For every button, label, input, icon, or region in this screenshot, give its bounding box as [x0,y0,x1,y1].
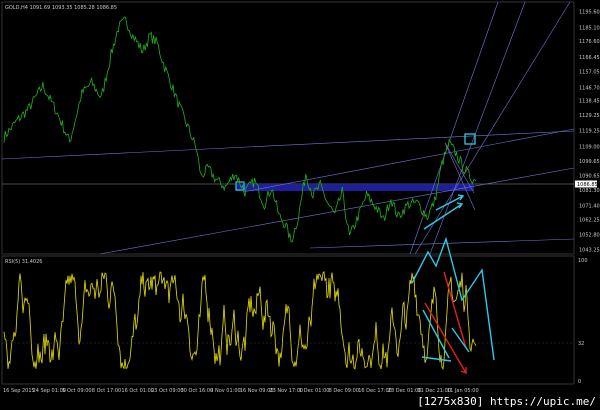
arrow-main-2 [423,203,463,230]
rsi-tick-100: 100 [578,258,588,264]
price-tick-5: 1146.70 [579,86,600,92]
support-zone [236,184,474,191]
price-tick-13: 1071.40 [579,203,600,209]
price-tick-15: 1052.80 [579,232,600,238]
time-tick-13: 23 Dec 01:00 [388,388,422,394]
time-tick-11: 8 Dec 09:00 [329,388,359,394]
time-tick-10: 1 Dec 01:00 [299,388,329,394]
price-tick-3: 1166.45 [579,55,600,61]
price-tick-11: 1090.65 [579,173,600,179]
price-tick-6: 1138.45 [579,99,600,105]
main-header: GOLD,H4 1091.69 1093.35 1085.28 1086.85 [5,5,117,11]
rsi-series-line [3,270,477,371]
time-tick-15: 11 Jan 05:00 [447,388,479,394]
price-axis: 1195.60 1185.10 1176.60 1166.45 1157.05 1146.… [579,9,600,253]
price-tick-0: 1195.60 [579,9,600,15]
trend-lines [1,1,575,255]
price-tick-9: 1109.00 [579,145,600,151]
chart-canvas[interactable]: GOLD,H4 1091.69 1093.35 1085.28 1086.85 … [0,0,600,410]
time-axis: 16 Sep 201524 Sep 01:005 Oct 09:00 8 Oct … [3,388,479,394]
time-tick-1: 24 Sep 01:00 [33,388,66,394]
price-tick-8: 1119.25 [579,129,600,135]
price-series-line [3,16,477,243]
time-tick-6: 30 Oct 16:00 [181,388,214,394]
rsi-tick-32: 32 [578,341,584,347]
current-price-label: 1086.85 [577,182,598,188]
time-tick-12: 16 Dec 17:00 [358,388,392,394]
price-tick-2: 1176.60 [579,39,600,45]
trend-line-4 [309,238,575,249]
price-tick-4: 1157.05 [579,70,600,76]
price-tick-16: 1043.25 [579,247,600,253]
price-tick-14: 1062.25 [579,218,600,224]
trend-line-3 [99,167,575,255]
indicator-header: RSI(5) 31.4026 [5,259,42,265]
watermark: [1275x830] https://upic.me/ [417,395,596,408]
main-panel-frame [1,1,575,255]
channel-line-3 [414,1,571,255]
time-tick-5: 23 Oct 09:00 [151,388,184,394]
time-tick-0: 16 Sep 2015 [3,388,35,394]
rsi-tick-0: 0 [578,379,581,385]
price-tick-1: 1185.10 [579,26,600,32]
time-tick-7: 9 Nov 01:00 [210,388,241,394]
channel-line-2 [409,1,499,255]
price-tick-7: 1129.25 [579,113,600,119]
price-tick-12: 1081.30 [579,188,600,194]
rsi-arrow-cyan-4 [451,327,470,353]
time-tick-3: 8 Oct 17:00 [92,388,121,394]
price-tick-10: 1099.65 [579,159,600,165]
time-tick-2: 5 Oct 09:00 [62,388,91,394]
time-tick-4: 16 Oct 01:00 [121,388,154,394]
time-tick-14: 31 Dec 21:00 [417,388,451,394]
trend-line-2 [242,128,575,193]
